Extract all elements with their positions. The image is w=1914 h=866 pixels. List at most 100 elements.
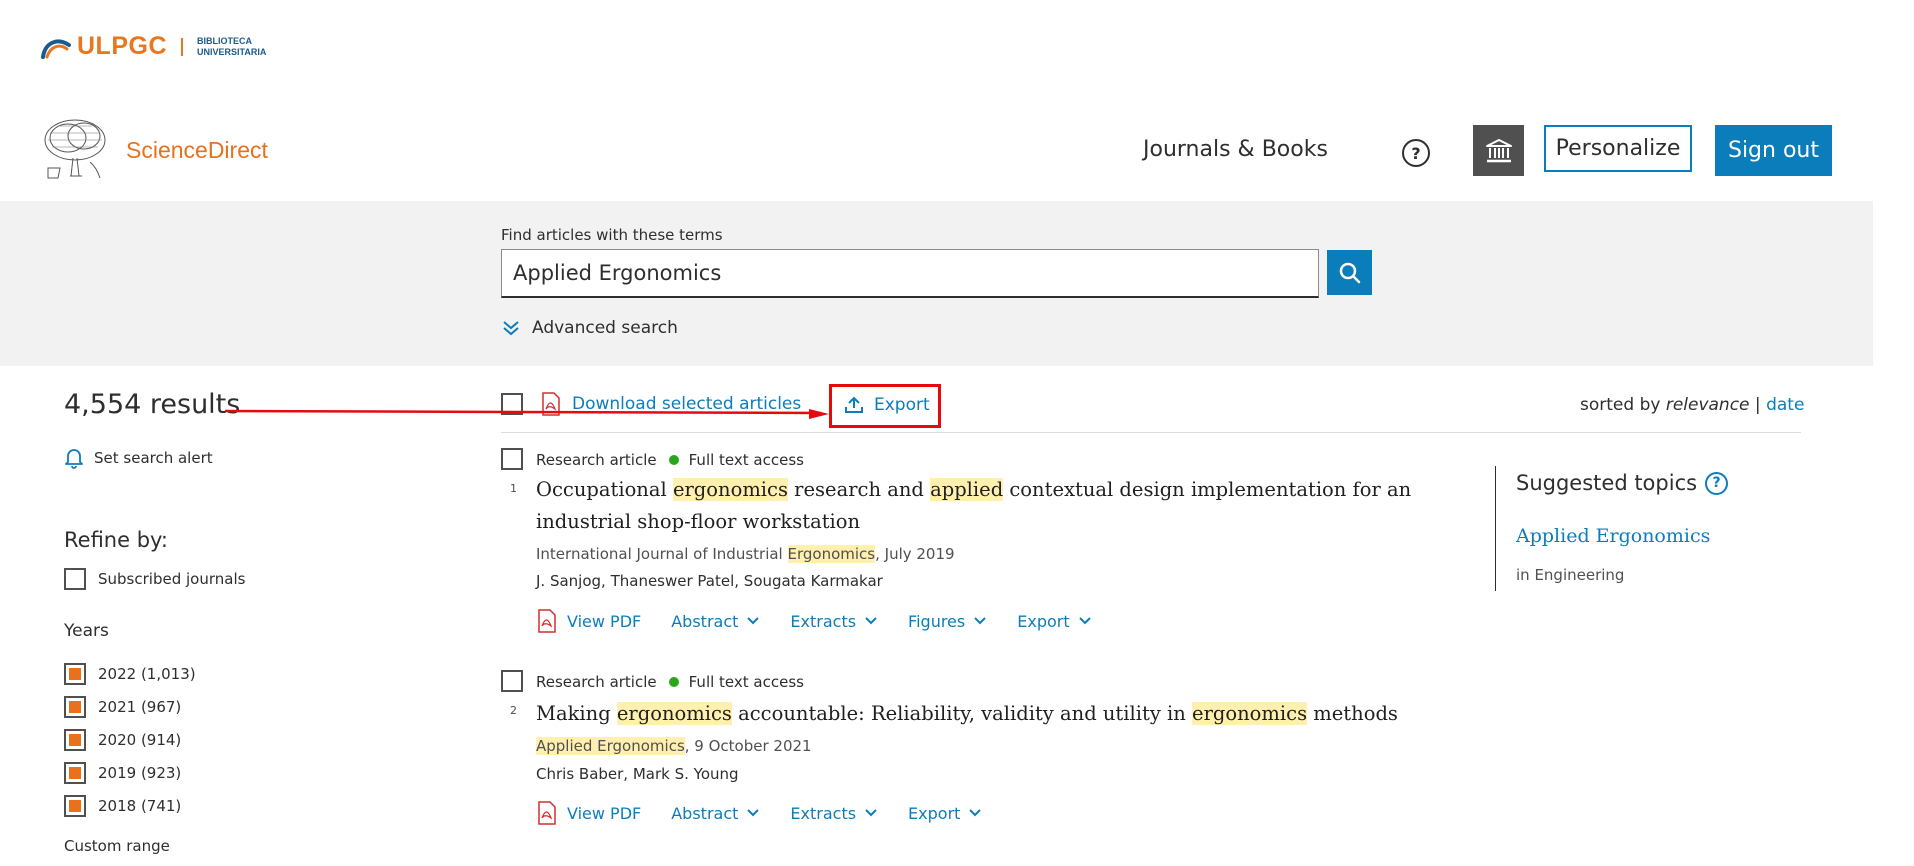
view-pdf-label: View PDF <box>567 611 642 631</box>
sign-out-button[interactable]: Sign out <box>1715 125 1832 176</box>
subscribed-journals-filter[interactable]: Subscribed journals <box>64 568 245 590</box>
custom-range-link[interactable]: Custom range <box>64 837 170 855</box>
result-checkbox[interactable] <box>501 448 523 470</box>
institution-icon <box>1485 138 1512 162</box>
topic-link[interactable]: Applied Ergonomics <box>1516 525 1710 547</box>
result-number: 1 <box>510 482 517 495</box>
view-pdf-link[interactable]: View PDF <box>536 801 641 825</box>
toolbar-divider <box>501 432 1801 433</box>
year-label: 2018 (741) <box>98 797 182 815</box>
ulpgc-logo[interactable]: ULPGC BIBLIOTECA UNIVERSITARIA <box>41 32 266 61</box>
year-filter-2018[interactable]: 2018 (741) <box>64 795 181 817</box>
sort-control: sorted by relevance | date <box>1580 395 1804 415</box>
export-toggle[interactable]: Export <box>1017 612 1091 631</box>
access-status: Full text access <box>688 673 804 691</box>
access-dot-icon <box>668 677 679 687</box>
result-checkbox[interactable] <box>501 670 523 692</box>
access-status: Full text access <box>688 451 804 469</box>
year-filter-2020[interactable]: 2020 (914) <box>64 729 181 751</box>
year-checkbox[interactable] <box>64 663 86 685</box>
library-line-1: BIBLIOTECA <box>197 35 252 46</box>
search-label: Find articles with these terms <box>501 226 723 244</box>
set-search-alert-link[interactable]: Set search alert <box>64 447 213 469</box>
extracts-toggle[interactable]: Extracts <box>790 804 878 823</box>
years-heading: Years <box>64 621 109 641</box>
chevron-down-icon <box>747 809 760 817</box>
title-highlight: ergonomics <box>1192 702 1308 725</box>
year-filter-2021[interactable]: 2021 (967) <box>64 696 181 718</box>
year-checkbox[interactable] <box>64 729 86 751</box>
search-icon <box>1339 262 1360 283</box>
title-highlight: ergonomics <box>616 702 732 725</box>
article-type: Research article <box>536 673 657 691</box>
subscribed-journals-label: Subscribed journals <box>98 570 246 588</box>
ulpgc-swoosh-icon <box>41 39 71 59</box>
result-title-link[interactable]: Occupational ergonomics research and app… <box>536 474 1496 538</box>
library-name: BIBLIOTECA UNIVERSITARIA <box>197 36 266 58</box>
chevron-down-icon <box>747 617 760 625</box>
journals-books-link[interactable]: Journals & Books <box>1143 137 1328 162</box>
suggested-topics-heading: Suggested topics ? <box>1516 471 1729 495</box>
view-pdf-link[interactable]: View PDF <box>536 609 641 633</box>
result-actions: View PDF Abstract Extracts Export <box>536 801 1012 825</box>
result-journal[interactable]: Applied Ergonomics, 9 October 2021 <box>536 737 812 755</box>
search-button[interactable] <box>1327 250 1372 295</box>
year-checkbox[interactable] <box>64 696 86 718</box>
title-text: Making <box>536 702 617 725</box>
article-type: Research article <box>536 451 657 469</box>
sort-date-link[interactable]: date <box>1766 395 1804 415</box>
export-label: Export <box>1017 611 1070 631</box>
title-highlight: applied <box>930 478 1004 501</box>
topics-divider <box>1495 466 1496 591</box>
abstract-toggle[interactable]: Abstract <box>671 612 760 631</box>
year-checkbox[interactable] <box>64 762 86 784</box>
journal-text: International Journal of Industrial <box>536 545 788 563</box>
abstract-label: Abstract <box>671 803 739 823</box>
help-icon[interactable]: ? <box>1705 471 1729 495</box>
double-chevron-down-icon <box>503 321 519 336</box>
result-authors: Chris Baber, Mark S. Young <box>536 765 739 783</box>
abstract-toggle[interactable]: Abstract <box>671 804 760 823</box>
year-label: 2019 (923) <box>98 764 182 782</box>
result-meta: Research article Full text access <box>536 451 804 469</box>
advanced-search-link[interactable]: Advanced search <box>502 318 678 338</box>
title-text: Occupational <box>536 478 673 501</box>
title-text: methods <box>1307 702 1398 725</box>
annotation-arrow <box>225 409 829 419</box>
sort-relevance: relevance <box>1665 395 1750 415</box>
search-input[interactable] <box>501 249 1319 298</box>
journal-highlight: Applied Ergonomics <box>536 737 685 755</box>
result-journal[interactable]: International Journal of Industrial Ergo… <box>536 545 955 563</box>
subscribed-journals-checkbox[interactable] <box>64 568 86 590</box>
institution-button[interactable] <box>1473 125 1524 176</box>
export-toggle[interactable]: Export <box>908 804 982 823</box>
extracts-label: Extracts <box>790 803 857 823</box>
abstract-label: Abstract <box>671 611 739 631</box>
logo-divider <box>181 37 183 56</box>
personalize-button[interactable]: Personalize <box>1544 125 1692 172</box>
access-dot-icon <box>668 455 679 465</box>
help-icon[interactable]: ? <box>1402 139 1430 167</box>
figures-toggle[interactable]: Figures <box>908 612 987 631</box>
result-title-link[interactable]: Making ergonomics accountable: Reliabili… <box>536 698 1496 730</box>
result-number: 2 <box>510 704 517 717</box>
export-label: Export <box>908 803 961 823</box>
sorted-by-label: sorted by <box>1580 395 1666 415</box>
title-text: accountable: Reliability, validity and u… <box>731 702 1193 725</box>
annotation-highlight-box <box>829 384 941 428</box>
set-search-alert-label: Set search alert <box>94 449 213 467</box>
year-filter-2019[interactable]: 2019 (923) <box>64 762 181 784</box>
chevron-down-icon <box>1078 617 1091 625</box>
year-label: 2021 (967) <box>98 698 182 716</box>
topic-category: in Engineering <box>1516 566 1625 584</box>
chevron-down-icon <box>974 617 986 625</box>
result-actions: View PDF Abstract Extracts Figures Expor… <box>536 609 1122 633</box>
refine-heading: Refine by: <box>64 528 169 552</box>
year-filter-2022[interactable]: 2022 (1,013) <box>64 663 196 685</box>
extracts-toggle[interactable]: Extracts <box>790 612 878 631</box>
elsevier-tree-icon <box>44 119 106 179</box>
chevron-down-icon <box>865 617 877 625</box>
year-checkbox[interactable] <box>64 795 86 817</box>
extracts-label: Extracts <box>790 611 857 631</box>
sciencedirect-logo[interactable]: ScienceDirect <box>40 118 268 182</box>
